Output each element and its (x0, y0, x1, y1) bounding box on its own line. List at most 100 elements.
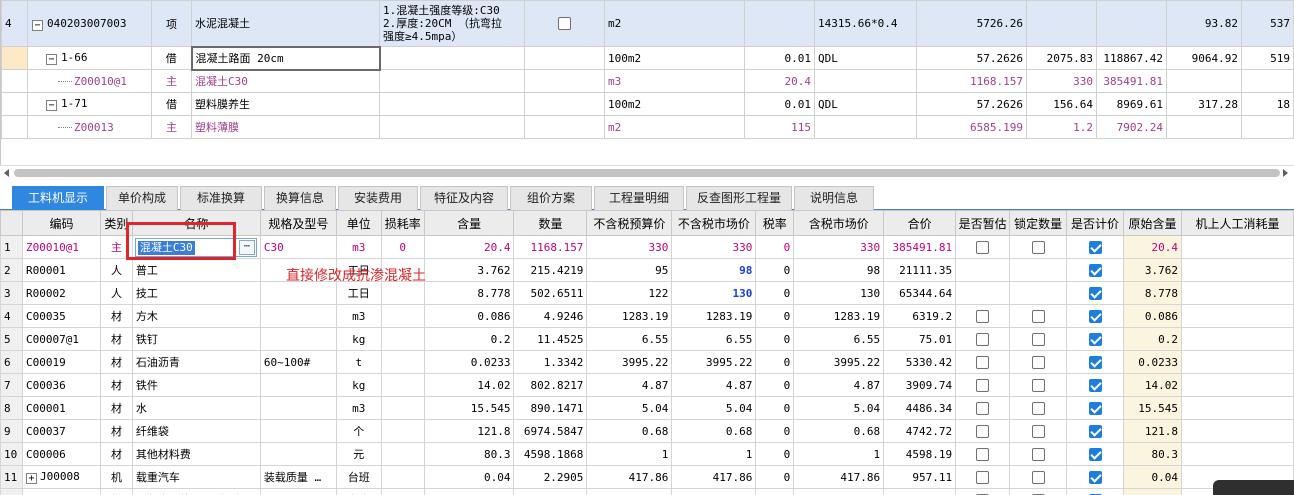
column-header[interactable]: 规格及型号 (259, 210, 337, 236)
resource-row[interactable]: 7 C00036 材铁件 kg 14.02 802.8217 4.87 4.87 0 4.87 39… (0, 373, 1294, 397)
boq-check-cell[interactable] (524, 92, 605, 116)
cell-lock[interactable] (1009, 465, 1068, 489)
cell-content[interactable]: 14.02 (423, 373, 515, 397)
est-checkbox[interactable] (976, 240, 990, 254)
cell-market[interactable]: 6.55 (671, 327, 757, 351)
tab-7[interactable]: 组价方案 (510, 186, 592, 210)
cell-est[interactable] (955, 396, 1011, 420)
cell-name[interactable]: 方木 (131, 304, 261, 328)
tab-8[interactable]: 工程量明细 (594, 186, 684, 210)
tab-3[interactable]: 标准换算 (180, 186, 262, 210)
priced-checkbox[interactable] (1088, 263, 1102, 277)
cell-priced[interactable] (1066, 419, 1125, 443)
cell-priced[interactable] (1066, 396, 1125, 420)
column-header[interactable]: 含量 (423, 210, 515, 236)
cell-est[interactable] (955, 350, 1011, 374)
column-header[interactable]: 机上人工消耗量 (1181, 210, 1294, 236)
cell-market[interactable]: 4.87 (671, 373, 757, 397)
cell-content[interactable]: 20.4 (423, 235, 515, 259)
cell-content[interactable]: 15.545 (423, 396, 515, 420)
column-header[interactable]: 不含税预算价 (586, 210, 673, 236)
column-header[interactable]: 是否暂估 (955, 210, 1011, 236)
boq-row[interactable]: 4−040203007003 项水泥混凝土 1.混凝土强度等级:C30 2.厚度:20… (1, 0, 1294, 47)
cell-priced[interactable] (1066, 304, 1125, 328)
collapse-icon[interactable]: − (46, 54, 57, 65)
collapse-icon[interactable]: − (46, 100, 57, 111)
column-header[interactable]: 损耗率 (380, 210, 425, 236)
priced-checkbox[interactable] (1088, 286, 1102, 300)
cell-market[interactable]: 98 (671, 258, 757, 282)
boq-check-cell[interactable] (524, 0, 605, 47)
tab-1[interactable]: 工料机显示 (12, 186, 104, 210)
priced-checkbox[interactable] (1088, 447, 1102, 461)
cell-content[interactable]: 0.04 (423, 465, 515, 489)
cell-name[interactable]: 其他材料费 (131, 442, 261, 466)
boq-row[interactable]: Z00010@1 主混凝土C30 m3 20.4 1168.157 330 385491.8… (1, 69, 1294, 93)
column-header[interactable]: 编码 (21, 210, 101, 236)
cell-content[interactable]: 80.3 (423, 442, 515, 466)
boq-code-cell[interactable]: −1-71 (27, 92, 152, 116)
cell-content[interactable]: 0.086 (423, 304, 515, 328)
cell-market[interactable]: 0.68 (671, 419, 757, 443)
priced-checkbox[interactable] (1088, 332, 1102, 346)
cell-name[interactable]: 混凝土震捣器(平板式) (131, 488, 261, 495)
resource-row[interactable]: 8 C00001 材水 m3 15.545 890.1471 5.04 5.04 0 5.04 44… (0, 396, 1294, 420)
resource-row[interactable]: 6 C00019 材石油沥青 60~100# t 0.0233 1.3342 3995.22 3… (0, 350, 1294, 374)
column-header[interactable]: 单位 (335, 210, 382, 236)
cell-priced[interactable] (1066, 350, 1125, 374)
cell-est[interactable] (955, 281, 1011, 305)
tab-9[interactable]: 反查图形工程量 (686, 186, 792, 210)
cell-lock[interactable] (1009, 396, 1068, 420)
boq-name[interactable]: 塑料膜养生 (191, 92, 380, 116)
priced-checkbox[interactable] (1088, 378, 1102, 392)
cell-est[interactable] (955, 488, 1011, 495)
est-checkbox[interactable] (976, 401, 990, 415)
boq-row[interactable]: −1-66 借混凝土路面 20cm 100m2 0.01 QDL 57.2626 2075.… (1, 45, 1294, 71)
priced-checkbox[interactable] (1088, 355, 1102, 369)
cell-lock[interactable] (1009, 327, 1068, 351)
cell-name[interactable]: 技工 (131, 281, 261, 305)
lock-checkbox[interactable] (1031, 424, 1045, 438)
est-checkbox[interactable] (976, 378, 990, 392)
cell-priced[interactable] (1066, 442, 1125, 466)
column-header[interactable]: 数量 (513, 210, 588, 236)
cell-market[interactable]: 7.02 (671, 488, 757, 495)
column-header[interactable]: 不含税市场价 (671, 210, 757, 236)
tab-5[interactable]: 安装费用 (338, 186, 418, 210)
priced-checkbox[interactable] (1088, 424, 1102, 438)
boq-check-cell[interactable] (524, 115, 605, 139)
tab-6[interactable]: 特征及内容 (420, 186, 508, 210)
column-header[interactable]: 含税市场价 (793, 210, 885, 236)
scroll-left-icon[interactable] (4, 169, 9, 177)
tab-4[interactable]: 换算信息 (264, 186, 336, 210)
boq-row[interactable]: Z00013 主塑料薄膜 m2 115 6585.199 1.2 7902.24 (1, 115, 1294, 139)
cell-market[interactable]: 417.86 (671, 465, 757, 489)
cell-name[interactable]: 普工 (131, 258, 261, 282)
cell-content[interactable]: 0.943 (423, 488, 515, 495)
resource-row[interactable]: 12+J00022@1机混凝土震捣器(平板式)台班0.943123.88877.… (0, 488, 1294, 495)
cell-priced[interactable] (1066, 327, 1125, 351)
cell-lock[interactable] (1009, 350, 1068, 374)
boq-check-cell[interactable] (524, 46, 605, 70)
est-checkbox[interactable] (976, 470, 990, 484)
cell-est[interactable] (955, 465, 1011, 489)
lock-checkbox[interactable] (1031, 240, 1045, 254)
est-checkbox[interactable] (976, 355, 990, 369)
cell-content[interactable]: 121.8 (423, 419, 515, 443)
cell-content[interactable]: 0.0233 (423, 350, 515, 374)
cell-content[interactable]: 8.778 (423, 281, 515, 305)
cell-market[interactable]: 1283.19 (671, 304, 757, 328)
boq-name[interactable]: 混凝土路面 20cm (190, 45, 381, 71)
lock-checkbox[interactable] (1031, 355, 1045, 369)
cell-lock[interactable] (1009, 304, 1068, 328)
cell-est[interactable] (955, 304, 1011, 328)
boq-code-cell[interactable]: −040203007003 (27, 0, 152, 47)
boq-checkbox[interactable] (558, 17, 571, 31)
boq-row[interactable]: −1-71 借塑料膜养生 100m2 0.01 QDL 57.2626 156.64 8969… (1, 92, 1294, 116)
cell-priced[interactable] (1066, 373, 1125, 397)
column-header[interactable]: 是否计价 (1066, 210, 1125, 236)
cell-priced[interactable] (1066, 281, 1125, 305)
resource-row[interactable]: 11 + J00008 机载重汽车 装载质量 … 台班 0.04 2.2905 417.86 41… (0, 465, 1294, 489)
column-header[interactable]: 合价 (883, 210, 957, 236)
cell-market[interactable]: 330 (671, 235, 757, 259)
